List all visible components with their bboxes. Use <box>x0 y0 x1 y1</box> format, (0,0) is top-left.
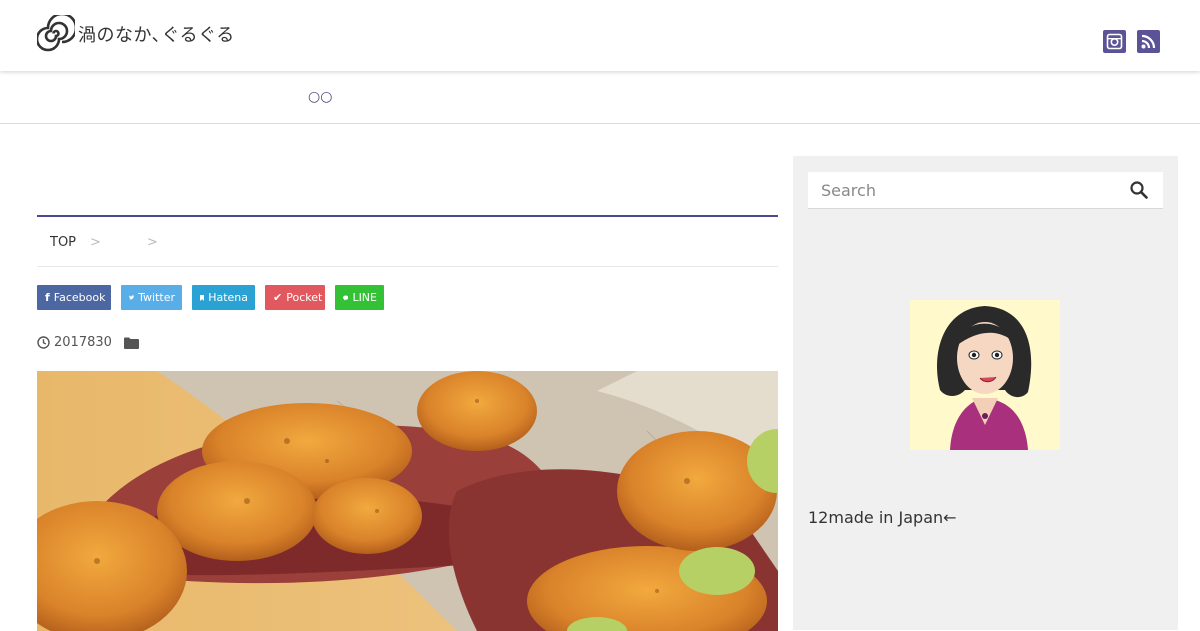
twitter-icon <box>129 295 135 300</box>
profile-text: 12made in Japan← <box>808 508 957 527</box>
search-input[interactable] <box>808 180 1108 200</box>
breadcrumb-separator: > <box>90 234 101 250</box>
site-title: 渦のなか､ぐるぐる <box>78 25 235 46</box>
breadcrumb-top-link[interactable]: TOP <box>50 235 76 250</box>
search-icon[interactable] <box>1129 180 1149 200</box>
social-links <box>1103 30 1160 53</box>
share-facebook-button[interactable]: f Facebook <box>37 285 111 310</box>
sea-urchin-sushi-photo <box>37 371 778 631</box>
featured-image <box>37 371 778 631</box>
check-icon: ✔ <box>273 291 283 304</box>
share-hatena-label: Hatena <box>208 291 248 304</box>
share-facebook-label: Facebook <box>53 291 106 304</box>
breadcrumb-separator: > <box>146 234 158 250</box>
site-logo-link[interactable]: 渦のなか､ぐるぐる <box>37 15 235 53</box>
spiral-logo-icon <box>37 15 75 52</box>
share-line-button[interactable]: LINE <box>335 285 384 310</box>
share-pocket-label: Pocket <box>286 291 323 304</box>
bookmark-icon <box>200 294 205 301</box>
share-line-label: LINE <box>352 291 377 304</box>
nav-item-1[interactable]: ○○ <box>308 89 332 105</box>
folder-icon[interactable] <box>123 337 139 349</box>
share-twitter-label: Twitter <box>138 291 175 304</box>
search-box <box>808 172 1163 209</box>
share-hatena-button[interactable]: Hatena <box>192 285 255 310</box>
sidebar: 12made in Japan← <box>793 156 1178 630</box>
profile-avatar <box>910 300 1060 450</box>
title-divider <box>37 215 778 217</box>
breadcrumb: TOP > > <box>37 218 778 267</box>
global-nav: ○○ <box>0 71 1200 124</box>
clock-icon <box>37 336 50 349</box>
share-buttons: f Facebook Twitter Hatena ✔ Pocket LINE <box>37 285 384 310</box>
post-meta: 2017830 <box>37 335 139 350</box>
facebook-icon: f <box>45 291 50 304</box>
post-date: 2017830 <box>54 335 112 350</box>
rss-icon[interactable] <box>1137 30 1160 53</box>
share-pocket-button[interactable]: ✔ Pocket <box>265 285 325 310</box>
share-twitter-button[interactable]: Twitter <box>121 285 182 310</box>
instagram-icon[interactable] <box>1103 30 1126 53</box>
chat-bubble-icon <box>343 295 349 300</box>
site-header: 渦のなか､ぐるぐる <box>0 0 1200 71</box>
